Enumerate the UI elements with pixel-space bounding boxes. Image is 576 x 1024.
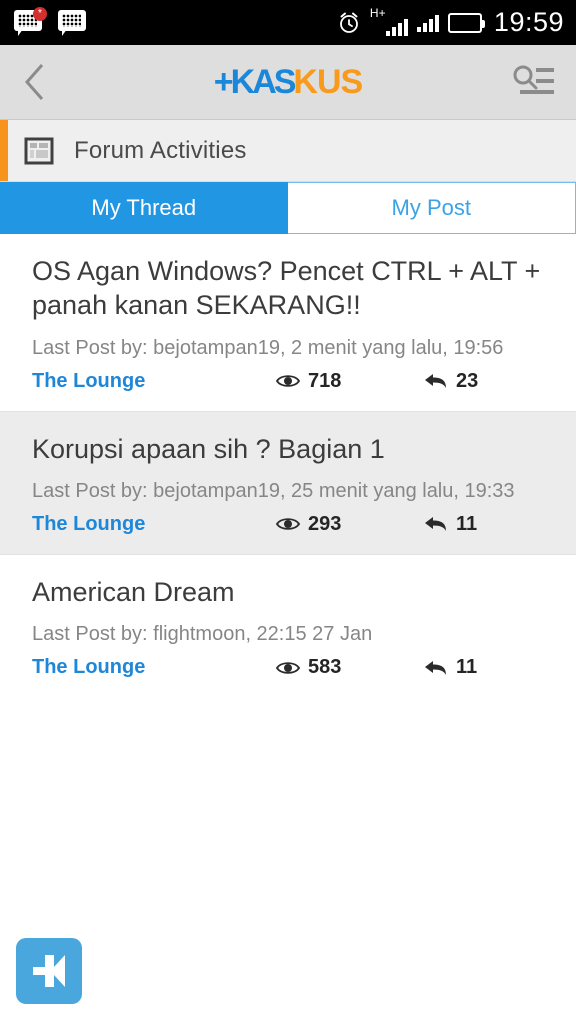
thread-title: American Dream	[32, 576, 235, 607]
alarm-icon	[337, 11, 361, 35]
kaskus-floating-button[interactable]	[16, 938, 82, 1004]
app-header: +KASKUS	[0, 45, 576, 120]
section-accent-bar	[0, 120, 8, 181]
thread-footer: The Lounge 718 23	[32, 370, 544, 393]
reply-arrow-icon	[424, 372, 448, 390]
signal-hplus-icon: H+	[369, 5, 408, 36]
reply-arrow-icon	[424, 515, 448, 533]
thread-views-count: 583	[308, 656, 342, 679]
tab-my-thread[interactable]: My Thread	[0, 182, 288, 234]
forum-article-icon	[24, 136, 54, 166]
search-button[interactable]	[506, 45, 562, 120]
thread-replies: 11	[424, 513, 477, 536]
thread-footer: The Lounge 293 11	[32, 513, 544, 536]
thread-views: 583	[276, 656, 424, 679]
reply-arrow-icon	[424, 659, 448, 677]
thread-last-post: Last Post by: bejotampan19, 25 menit yan…	[32, 479, 515, 502]
kaskus-k-icon	[33, 955, 65, 987]
battery-icon	[447, 12, 485, 33]
kaskus-logo: +KASKUS	[0, 45, 576, 119]
bbm-message-icon	[58, 9, 88, 36]
signal-icon	[416, 13, 439, 32]
thread-replies: 23	[424, 370, 478, 393]
clock-label: 19:59	[493, 7, 564, 37]
thread-list: OS Agan Windows? Pencet CTRL + ALT + pan…	[0, 234, 576, 698]
thread-views: 293	[276, 513, 424, 536]
app-screen: * H+ 19:59 +KASKUS Forum Activities My T…	[0, 0, 576, 1024]
status-bar-left-icons: *	[14, 6, 88, 36]
eye-icon	[276, 660, 300, 676]
eye-icon	[276, 373, 300, 389]
bbm-message-icon-badged: *	[14, 6, 47, 36]
thread-views-count: 718	[308, 369, 342, 392]
section-title: Forum Activities	[74, 136, 247, 164]
section-header-forum-activities: Forum Activities	[0, 120, 576, 182]
chevron-left-icon	[24, 64, 44, 100]
logo-text-secondary: KUS	[293, 63, 363, 101]
thread-last-post: Last Post by: bejotampan19, 2 menit yang…	[32, 336, 504, 359]
thread-forum-link[interactable]: The Lounge	[32, 656, 276, 679]
thread-views-count: 293	[308, 512, 342, 535]
thread-replies-count: 11	[456, 512, 478, 535]
thread-replies-count: 23	[456, 369, 479, 392]
thread-list-item[interactable]: OS Agan Windows? Pencet CTRL + ALT + pan…	[0, 234, 576, 411]
thread-footer: The Lounge 583 11	[32, 656, 544, 679]
thread-forum-link[interactable]: The Lounge	[32, 513, 276, 536]
search-list-icon	[513, 65, 554, 94]
thread-list-item[interactable]: American Dream Last Post by: flightmoon,…	[0, 553, 576, 697]
logo-text-primary: +KAS	[213, 63, 297, 101]
eye-icon	[276, 516, 300, 532]
thread-replies: 11	[424, 656, 477, 679]
thread-list-item[interactable]: Korupsi apaan sih ? Bagian 1 Last Post b…	[0, 410, 576, 554]
tab-bar: My Thread My Post	[0, 182, 576, 234]
back-button[interactable]	[0, 45, 70, 120]
network-type-label: H+	[369, 5, 386, 20]
thread-forum-link[interactable]: The Lounge	[32, 370, 276, 393]
thread-last-post: Last Post by: flightmoon, 22:15 27 Jan	[32, 623, 373, 646]
tab-my-post-label: My Post	[391, 195, 471, 220]
thread-replies-count: 11	[456, 656, 478, 679]
tab-my-thread-label: My Thread	[91, 195, 197, 220]
notification-badge: *	[33, 6, 47, 21]
status-bar-right-icons: H+ 19:59	[337, 5, 564, 37]
status-bar: * H+ 19:59	[0, 0, 576, 45]
thread-title: OS Agan Windows? Pencet CTRL + ALT + pan…	[32, 256, 541, 321]
thread-views: 718	[276, 370, 424, 393]
tab-my-post[interactable]: My Post	[287, 182, 576, 234]
thread-title: Korupsi apaan sih ? Bagian 1	[32, 433, 385, 464]
